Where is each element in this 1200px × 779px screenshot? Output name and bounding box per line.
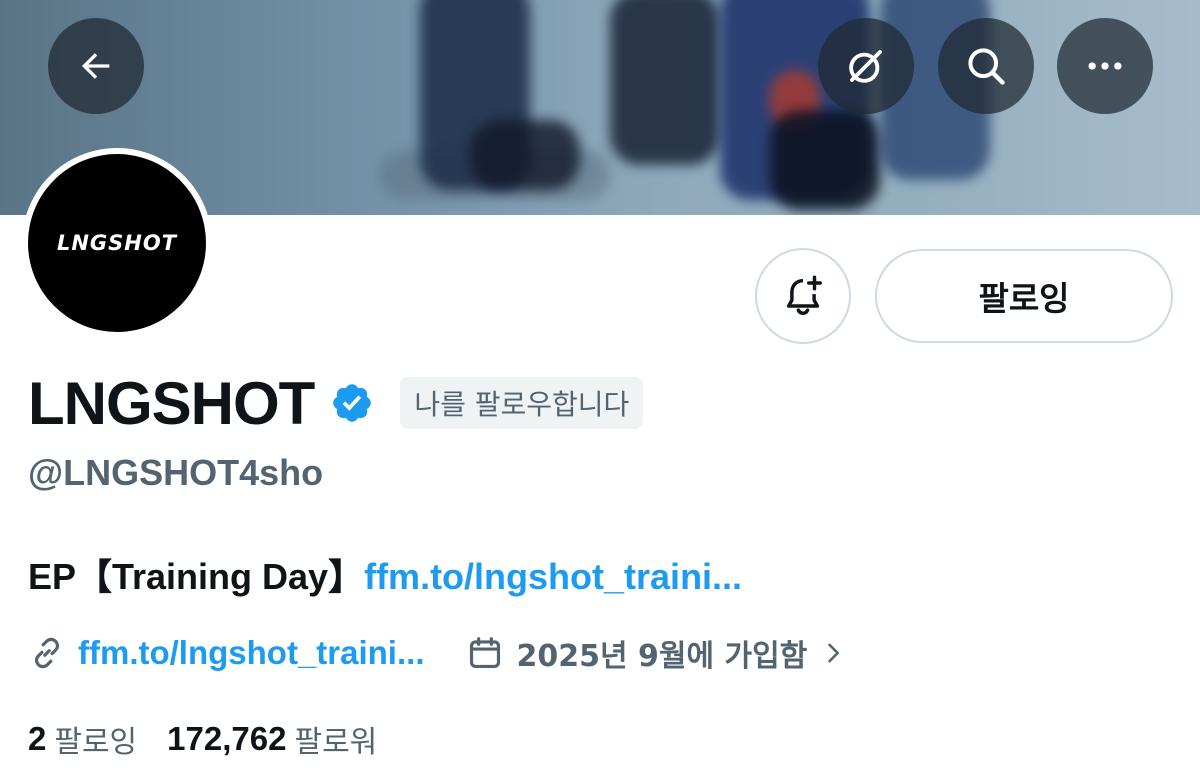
notifications-button[interactable]	[755, 248, 851, 344]
arrow-left-icon	[82, 53, 110, 79]
more-button[interactable]	[1057, 18, 1153, 114]
banner-figure	[470, 120, 580, 190]
search-button[interactable]	[938, 18, 1034, 114]
grok-icon	[849, 50, 882, 83]
following-label: 팔로잉	[54, 725, 138, 760]
followers-label: 팔로워	[294, 725, 378, 760]
chevron-right-icon	[819, 639, 847, 667]
followers-count: 172,762	[167, 720, 287, 757]
banner-figure	[770, 110, 880, 210]
verified-badge-icon[interactable]	[330, 381, 374, 425]
following-count-link[interactable]: 2 팔로잉	[28, 717, 137, 761]
follows-you-badge: 나를 팔로우합니다	[400, 377, 644, 429]
calendar-icon	[470, 637, 501, 669]
bio-link[interactable]: ffm.to/lngshot_traini...	[364, 556, 742, 597]
profile-counts: 2 팔로잉 172,762 팔로워	[28, 714, 377, 764]
bell-plus-icon	[786, 275, 822, 315]
back-button[interactable]	[48, 18, 144, 114]
profile-handle: @LNGSHOT4sho	[28, 452, 324, 493]
bio-text: EP【Training Day】	[28, 556, 365, 597]
link-icon	[34, 637, 60, 669]
profile-meta: ffm.to/lngshot_traini... 2025년 9월에 가입함	[28, 628, 847, 678]
grok-button[interactable]	[818, 18, 914, 114]
website-link-text[interactable]: ffm.to/lngshot_traini...	[78, 634, 424, 672]
following-button[interactable]: 팔로잉	[875, 249, 1173, 343]
avatar[interactable]: LNGSHOT	[22, 148, 212, 338]
display-name: LNGSHOT	[28, 369, 315, 437]
profile-bio: EP【Training Day】ffm.to/lngshot_traini...	[28, 548, 742, 600]
search-icon	[968, 48, 1005, 85]
banner-figure	[610, 0, 720, 165]
avatar-logo-text: LNGSHOT	[56, 231, 178, 255]
more-horizontal-icon	[1088, 62, 1122, 70]
website-link[interactable]: ffm.to/lngshot_traini...	[28, 634, 424, 672]
avatar-image: LNGSHOT	[28, 154, 206, 332]
joined-date[interactable]: 2025년 9월에 가입함	[466, 631, 847, 675]
following-count: 2	[28, 720, 47, 757]
profile-name-row: LNGSHOT 나를 팔로우합니다	[28, 368, 644, 438]
joined-date-text: 2025년 9월에 가입함	[516, 639, 808, 674]
followers-count-link[interactable]: 172,762 팔로워	[167, 717, 377, 761]
